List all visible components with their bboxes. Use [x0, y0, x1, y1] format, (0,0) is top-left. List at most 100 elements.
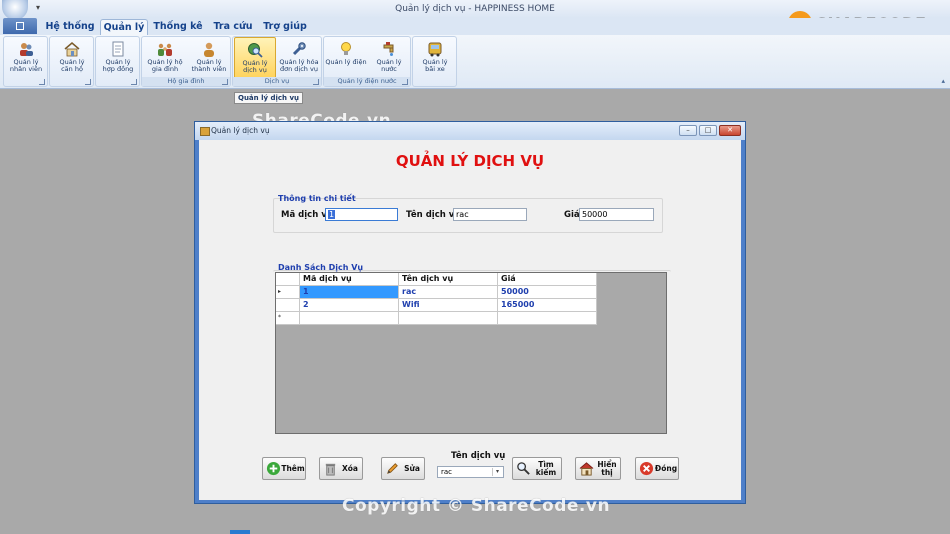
- ribbon-group-service: Quản lý dịch vụ Quản lý hóa đơn dịch vụ Dị…: [232, 36, 322, 87]
- delete-button[interactable]: Xóa: [319, 457, 363, 480]
- table-cell-new[interactable]: [399, 312, 498, 325]
- trash-icon: [325, 463, 336, 476]
- close-window-button[interactable]: ✕: [719, 125, 741, 136]
- ribbon-group-utilities: Quản lý điện Quản lý nước Quản lý điện nư…: [323, 36, 411, 87]
- window-icon: [16, 22, 24, 30]
- table-cell[interactable]: 1: [300, 286, 399, 299]
- table-cell-new[interactable]: [300, 312, 399, 325]
- service-name-combobox[interactable]: rac ▾: [437, 466, 504, 478]
- group-launcher-icon[interactable]: [85, 79, 91, 85]
- price-input[interactable]: 50000: [579, 208, 654, 221]
- combo-service-name-label: Tên dịch vụ: [451, 451, 506, 461]
- ribbon-button-service[interactable]: Quản lý dịch vụ: [234, 37, 276, 79]
- row-header-new[interactable]: *: [276, 312, 300, 325]
- tab-tra-cuu[interactable]: Tra cứu: [210, 19, 256, 35]
- table-cell[interactable]: 165000: [498, 299, 597, 312]
- ribbon-group-contract: Quản lý hợp đồng: [95, 36, 140, 87]
- table-cell[interactable]: rac: [399, 286, 498, 299]
- column-header-price[interactable]: Giá: [498, 273, 597, 286]
- edit-button[interactable]: Sửa: [381, 457, 425, 480]
- ribbon-button-contract[interactable]: Quản lý hợp đồng: [97, 37, 139, 79]
- service-name-input[interactable]: rac: [453, 208, 527, 221]
- document-icon: [112, 41, 124, 57]
- house-icon: [64, 42, 80, 57]
- ribbon-button-service-invoice-line2: đơn dịch vụ: [280, 65, 318, 73]
- add-button[interactable]: Thêm: [262, 457, 306, 480]
- wrench-icon: [292, 42, 306, 56]
- ribbon-panel: Quản lý nhân viên Quản lý căn hộ Quản lý hợ…: [0, 35, 950, 89]
- ribbon-button-member[interactable]: Quản lý thành viên: [188, 37, 230, 79]
- close-button-label: Đóng: [654, 463, 678, 473]
- column-header-id[interactable]: Mã dịch vụ: [300, 273, 399, 286]
- column-header-name[interactable]: Tên dịch vụ: [399, 273, 498, 286]
- group-launcher-icon[interactable]: [39, 79, 45, 85]
- combo-value: rac: [441, 468, 453, 476]
- ribbon-button-staff-line2: nhân viên: [9, 65, 43, 73]
- people-icon: [20, 43, 33, 56]
- row-header[interactable]: [276, 299, 300, 312]
- page-heading: QUẢN LÝ DỊCH VỤ: [395, 152, 545, 170]
- minimize-button[interactable]: –: [679, 125, 697, 136]
- ribbon-button-contract-line2: hợp đồng: [102, 65, 134, 73]
- table-cell[interactable]: 2: [300, 299, 399, 312]
- group-launcher-icon[interactable]: [402, 79, 408, 85]
- table-cell-new[interactable]: [498, 312, 597, 325]
- table-cell[interactable]: 50000: [498, 286, 597, 299]
- table-corner: [276, 273, 300, 286]
- ribbon-button-service-invoice[interactable]: Quản lý hóa đơn dịch vụ: [277, 37, 321, 79]
- ribbon-button-staff[interactable]: Quản lý nhân viên: [5, 37, 47, 79]
- globe-search-icon: [248, 43, 263, 58]
- ribbon-button-household-line2: gia đình: [151, 65, 179, 73]
- person-icon: [204, 42, 214, 57]
- family-icon: [158, 43, 172, 56]
- dialog-app-icon: [200, 127, 210, 136]
- delete-button-label: Xóa: [342, 463, 358, 473]
- lightbulb-icon: [341, 42, 351, 55]
- show-button[interactable]: Hiển thị: [575, 457, 621, 480]
- ribbon-group-parking: Quản lý bãi xe: [412, 36, 457, 87]
- search-button-label: Tìm kiếm: [535, 459, 557, 477]
- ribbon-collapse-icon[interactable]: ▴: [941, 77, 945, 85]
- services-table[interactable]: Mã dịch vụ Tên dịch vụ Giá ▸ 1 rac 50000…: [275, 272, 667, 434]
- pencil-icon: [387, 463, 398, 474]
- close-circle-icon: [639, 461, 654, 476]
- show-button-label: Hiển thị: [597, 459, 617, 477]
- ribbon-button-water[interactable]: Quản lý nước: [368, 37, 410, 79]
- add-button-label: Thêm: [281, 463, 305, 473]
- tab-quan-ly[interactable]: Quản lý: [100, 19, 148, 35]
- ribbon-button-water-line2: nước: [381, 65, 397, 73]
- faucet-icon: [383, 42, 394, 56]
- maximize-button[interactable]: □: [699, 125, 717, 136]
- file-menu-tab[interactable]: [3, 18, 37, 34]
- tab-tro-giup[interactable]: Trợ giúp: [260, 19, 310, 35]
- ribbon-button-parking[interactable]: Quản lý bãi xe: [414, 37, 456, 79]
- row-header-current[interactable]: ▸: [276, 286, 300, 299]
- ribbon-button-household[interactable]: Quản lý hộ gia đình: [144, 37, 186, 79]
- ribbon-tooltip: Quản lý dịch vụ: [234, 92, 304, 104]
- tab-thong-ke[interactable]: Thống kê: [152, 19, 204, 35]
- ribbon-group-utilities-label: Quản lý điện nước: [324, 77, 410, 86]
- list-group-title: Danh Sách Dịch Vụ: [278, 263, 364, 272]
- ribbon-button-apartment-line2: căn hộ: [61, 65, 83, 73]
- ribbon-group-service-label: Dịch vụ: [233, 77, 321, 86]
- chevron-down-icon[interactable]: ▾: [492, 468, 502, 476]
- copyright-watermark: Copyright © ShareCode.vn: [342, 496, 611, 516]
- close-button[interactable]: Đóng: [635, 457, 679, 480]
- ribbon-group-apartment: Quản lý căn hộ: [49, 36, 94, 87]
- group-launcher-icon[interactable]: [313, 79, 319, 85]
- group-launcher-icon[interactable]: [131, 79, 137, 85]
- ribbon-button-service-line2: dịch vụ: [243, 66, 267, 74]
- home-icon: [579, 462, 594, 476]
- ribbon-button-apartment[interactable]: Quản lý căn hộ: [51, 37, 93, 79]
- service-id-input[interactable]: 1: [325, 208, 398, 221]
- ribbon-button-electricity-line1: Quản lý điện: [325, 58, 367, 66]
- ribbon-button-electricity[interactable]: Quản lý điện: [325, 37, 367, 79]
- bus-icon: [428, 42, 442, 57]
- ribbon-group-staff: Quản lý nhân viên: [3, 36, 48, 87]
- group-launcher-icon[interactable]: [222, 79, 228, 85]
- ribbon-button-member-line2: thành viên: [191, 65, 227, 73]
- table-cell[interactable]: Wifi: [399, 299, 498, 312]
- search-button[interactable]: Tìm kiếm: [512, 457, 562, 480]
- tab-he-thong[interactable]: Hệ thống: [44, 19, 96, 35]
- ribbon-group-household-label: Hộ gia đình: [142, 77, 230, 86]
